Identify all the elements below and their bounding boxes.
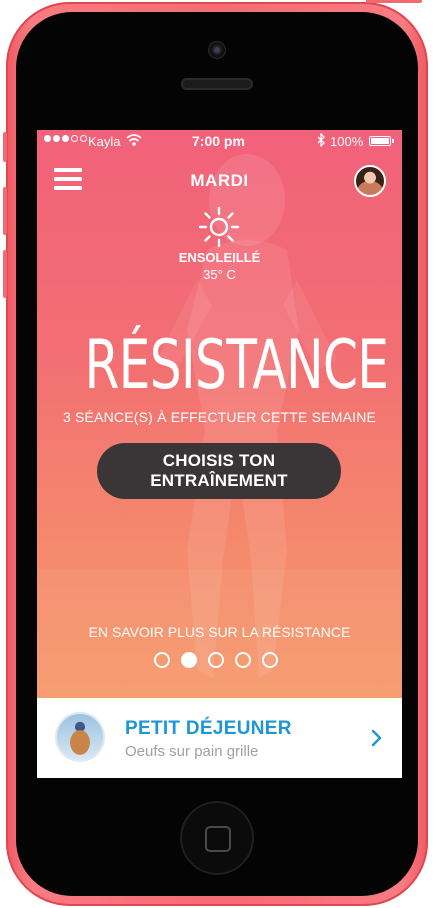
earpiece-speaker: [181, 78, 253, 90]
battery-percentage: 100%: [330, 134, 364, 149]
day-title: MARDI: [190, 171, 249, 190]
home-button[interactable]: [180, 801, 254, 875]
weather-condition: ENSOLEILLÉ: [178, 250, 261, 265]
front-camera: [209, 42, 225, 58]
choose-workout-button[interactable]: CHOISIS TON ENTRAÎNEMENT: [97, 443, 341, 499]
mute-switch: [3, 132, 7, 162]
page-dot[interactable]: [235, 652, 251, 668]
volume-down-button: [3, 250, 7, 298]
page-dot[interactable]: [208, 652, 224, 668]
weather-temperature: 35° C: [203, 267, 236, 282]
chevron-right-icon: [371, 729, 382, 747]
workout-type-title: RÉSISTANCE: [84, 326, 389, 405]
bluetooth-icon: [317, 133, 325, 147]
sun-icon: [198, 206, 240, 248]
sessions-subtitle: 3 SÉANCE(S) À EFFECTUER CETTE SEMAINE: [62, 409, 377, 425]
carrier-name: Kayla: [88, 134, 121, 149]
page-dot[interactable]: [181, 652, 197, 668]
profile-avatar[interactable]: [354, 165, 386, 197]
page-dot[interactable]: [154, 652, 170, 668]
app-screen: Kayla 7:00 pm 100% MARDI ENSOLEILLÉ 35° …: [37, 130, 402, 778]
page-indicator: [154, 652, 278, 668]
battery-icon: [369, 136, 394, 146]
meal-description: Oeufs sur pain grille: [125, 743, 259, 760]
status-time: 7:00 pm: [192, 133, 245, 149]
page-dot[interactable]: [262, 652, 278, 668]
power-button: [366, 0, 422, 3]
status-bar: Kayla 7:00 pm 100%: [37, 130, 402, 152]
meal-title: PETIT DÉJEUNER: [125, 718, 292, 739]
signal-strength-icon: [44, 135, 87, 142]
meal-thumbnail: [55, 712, 105, 762]
learn-more-link[interactable]: EN SAVOIR PLUS SUR LA RÉSISTANCE: [37, 624, 402, 640]
volume-up-button: [3, 187, 7, 235]
wifi-icon: [126, 134, 142, 146]
meal-card[interactable]: PETIT DÉJEUNER Oeufs sur pain grille: [37, 698, 402, 778]
